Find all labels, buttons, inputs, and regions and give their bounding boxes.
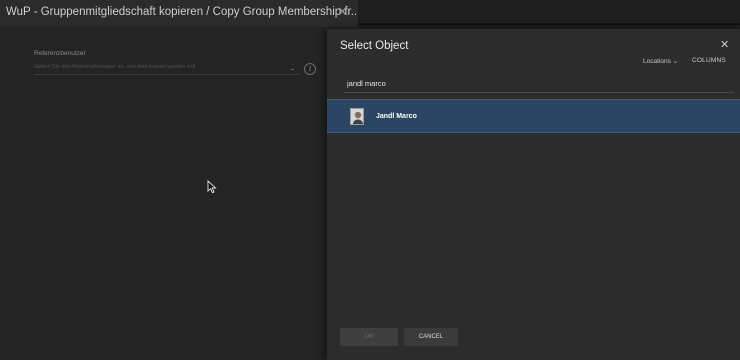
background-divider xyxy=(358,23,740,25)
window-close-icon[interactable]: ✕ xyxy=(337,4,348,20)
copy-group-membership-window: WuP - Gruppenmitgliedschaft kopieren / C… xyxy=(0,0,361,360)
chevron-down-icon: ⌄ xyxy=(672,58,679,65)
reference-user-label: Referenzbenutzer xyxy=(34,50,86,57)
info-icon[interactable]: i xyxy=(304,63,316,75)
user-avatar-icon xyxy=(350,108,364,125)
locations-dropdown[interactable]: Locations ⌄ xyxy=(643,57,678,65)
screen: WuP - Gruppenmitgliedschaft kopieren / C… xyxy=(0,0,740,360)
search-input[interactable] xyxy=(344,75,734,93)
ok-button[interactable]: OK xyxy=(340,328,398,346)
reference-user-field[interactable]: Geben Sie den Referenzbenutzer an, von d… xyxy=(34,64,195,70)
dialog-close-icon[interactable]: ✕ xyxy=(720,38,729,51)
columns-button[interactable]: COLUMNS xyxy=(692,57,726,64)
cancel-button[interactable]: CANCEL xyxy=(404,328,458,346)
browse-ellipsis-button[interactable]: ... xyxy=(290,63,295,72)
field-underline xyxy=(34,74,300,75)
select-object-dialog: Select Object ✕ Locations ⌄ COLUMNS Jand… xyxy=(327,29,740,360)
dialog-title: Select Object xyxy=(340,40,409,52)
window-titlebar: WuP - Gruppenmitgliedschaft kopieren / C… xyxy=(0,0,361,27)
window-body: Referenzbenutzer Geben Sie den Referenzb… xyxy=(0,27,358,360)
locations-label: Locations xyxy=(643,58,671,65)
mouse-cursor-icon xyxy=(207,180,217,194)
window-title: WuP - Gruppenmitgliedschaft kopieren / C… xyxy=(6,6,361,18)
result-name: Jandl Marco xyxy=(376,113,417,120)
result-row[interactable]: Jandl Marco xyxy=(327,99,740,133)
